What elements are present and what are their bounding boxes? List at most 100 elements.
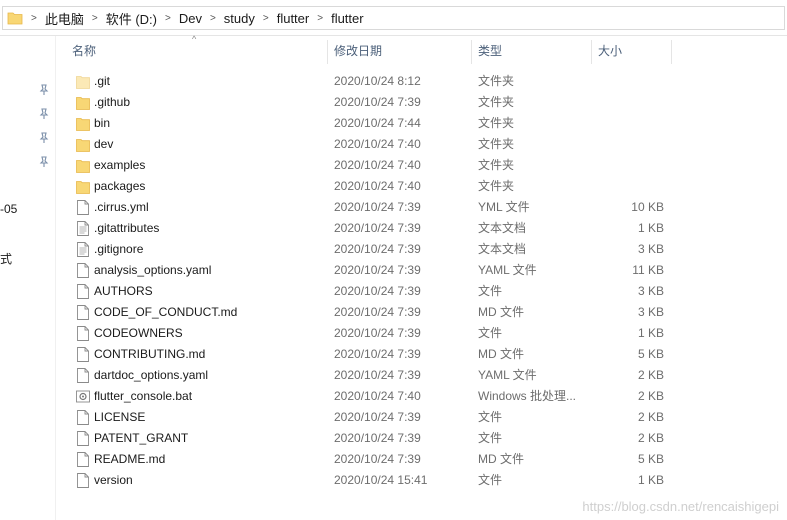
folder-icon (76, 158, 90, 173)
file-row[interactable]: examples 2020/10/24 7:40 文件夹 (56, 155, 787, 176)
file-name: .github (94, 95, 131, 109)
address-box[interactable]: > 此电脑 > 软件 (D:) > Dev > study > flutter … (2, 6, 785, 30)
file-type: 文件 (478, 473, 503, 487)
folder-icon (7, 10, 23, 26)
file-date: 2020/10/24 7:39 (334, 221, 421, 235)
pin-icon[interactable] (38, 108, 50, 120)
file-name: CODEOWNERS (94, 326, 183, 340)
file-row[interactable]: bin 2020/10/24 7:44 文件夹 (56, 113, 787, 134)
column-divider[interactable] (671, 40, 672, 64)
file-type: MD 文件 (478, 452, 524, 466)
file-type: YML 文件 (478, 200, 530, 214)
file-row[interactable]: flutter_console.bat 2020/10/24 7:40 Window… (56, 386, 787, 407)
chevron-right-icon[interactable]: > (263, 13, 269, 24)
file-row[interactable]: CONTRIBUTING.md 2020/10/24 7:39 MD 文件 5 KB (56, 344, 787, 365)
file-type: 文件 (478, 410, 503, 424)
batch-file-icon (76, 389, 90, 404)
file-type: 文件夹 (478, 74, 515, 88)
file-type: 文件 (478, 431, 503, 445)
file-icon (76, 305, 90, 320)
file-row[interactable]: CODEOWNERS 2020/10/24 7:39 文件 1 KB (56, 323, 787, 344)
file-type: 文件 (478, 326, 503, 340)
file-size: 2 KB (637, 389, 664, 403)
chevron-right-icon[interactable]: > (317, 13, 323, 24)
file-icon (76, 263, 90, 278)
breadcrumb-flutter[interactable]: flutter (277, 11, 310, 26)
file-row[interactable]: AUTHORS 2020/10/24 7:39 文件 3 KB (56, 281, 787, 302)
file-row[interactable]: LICENSE 2020/10/24 7:39 文件 2 KB (56, 407, 787, 428)
file-row[interactable]: PATENT_GRANT 2020/10/24 7:39 文件 2 KB (56, 428, 787, 449)
file-size: 3 KB (637, 242, 664, 256)
file-date: 2020/10/24 7:40 (334, 137, 421, 151)
pin-icon[interactable] (38, 156, 50, 168)
folder-icon (76, 95, 90, 110)
file-name: LICENSE (94, 410, 146, 424)
file-date: 2020/10/24 7:39 (334, 431, 421, 445)
column-header-size[interactable]: 大小 (592, 36, 670, 64)
file-row[interactable]: packages 2020/10/24 7:40 文件夹 (56, 176, 787, 197)
breadcrumb-drive-d[interactable]: 软件 (D:) (106, 9, 157, 28)
chevron-right-icon[interactable]: > (92, 13, 98, 24)
pin-icon[interactable] (38, 84, 50, 96)
file-date: 2020/10/24 7:40 (334, 389, 421, 403)
file-date: 2020/10/24 7:39 (334, 200, 421, 214)
breadcrumb-this-pc[interactable]: 此电脑 (45, 9, 84, 28)
file-date: 2020/10/24 7:39 (334, 263, 421, 277)
file-date: 2020/10/24 8:12 (334, 74, 421, 88)
file-icon (76, 347, 90, 362)
file-row[interactable]: .gitignore 2020/10/24 7:39 文本文档 3 KB (56, 239, 787, 260)
file-name: flutter_console.bat (94, 389, 193, 403)
file-name: bin (94, 116, 111, 130)
pin-icon[interactable] (38, 132, 50, 144)
file-type: MD 文件 (478, 347, 524, 361)
file-name: packages (94, 179, 146, 193)
file-date: 2020/10/24 7:39 (334, 284, 421, 298)
file-size: 3 KB (637, 284, 664, 298)
file-size: 1 KB (637, 326, 664, 340)
file-icon (76, 431, 90, 446)
breadcrumb-flutter-current[interactable]: flutter (331, 11, 364, 26)
file-row[interactable]: version 2020/10/24 15:41 文件 1 KB (56, 470, 787, 491)
file-row[interactable]: .github 2020/10/24 7:39 文件夹 (56, 92, 787, 113)
file-date: 2020/10/24 15:41 (334, 473, 428, 487)
file-row[interactable]: .gitattributes 2020/10/24 7:39 文本文档 1 KB (56, 218, 787, 239)
file-icon (76, 410, 90, 425)
file-row[interactable]: analysis_options.yaml 2020/10/24 7:39 YAML… (56, 260, 787, 281)
chevron-right-icon[interactable]: > (165, 13, 171, 24)
file-size: 1 KB (637, 473, 664, 487)
file-size: 5 KB (637, 347, 664, 361)
file-name: version (94, 473, 133, 487)
chevron-right-icon[interactable]: > (210, 13, 216, 24)
column-header-name[interactable]: 名称 (66, 36, 326, 64)
file-type: YAML 文件 (478, 368, 537, 382)
file-type: 文件夹 (478, 158, 515, 172)
column-header-date[interactable]: 修改日期 (328, 36, 470, 64)
file-size: 1 KB (637, 221, 664, 235)
breadcrumb-study[interactable]: study (224, 11, 255, 26)
nav-item-fragment[interactable]: -05 (0, 202, 17, 216)
nav-item-fragment[interactable]: 式 (0, 250, 12, 267)
file-row[interactable]: .git 2020/10/24 8:12 文件夹 (56, 71, 787, 92)
file-date: 2020/10/24 7:39 (334, 305, 421, 319)
file-type: 文本文档 (478, 242, 527, 256)
file-row[interactable]: dartdoc_options.yaml 2020/10/24 7:39 YAML … (56, 365, 787, 386)
navigation-pane: -05 式 (0, 36, 56, 520)
file-name: .gitattributes (94, 221, 160, 235)
file-date: 2020/10/24 7:44 (334, 116, 421, 130)
file-icon (76, 473, 90, 488)
file-row[interactable]: dev 2020/10/24 7:40 文件夹 (56, 134, 787, 155)
folder-icon (76, 137, 90, 152)
file-name: CODE_OF_CONDUCT.md (94, 305, 238, 319)
text-file-icon (76, 242, 90, 257)
column-header-type[interactable]: 类型 (472, 36, 590, 64)
file-row[interactable]: .cirrus.yml 2020/10/24 7:39 YML 文件 10 KB (56, 197, 787, 218)
file-size: 2 KB (637, 431, 664, 445)
file-icon (76, 326, 90, 341)
chevron-right-icon[interactable]: > (31, 13, 37, 24)
breadcrumb-dev[interactable]: Dev (179, 11, 202, 26)
file-icon (76, 284, 90, 299)
file-name: .git (94, 74, 111, 88)
file-type: 文本文档 (478, 221, 527, 235)
file-row[interactable]: README.md 2020/10/24 7:39 MD 文件 5 KB (56, 449, 787, 470)
file-row[interactable]: CODE_OF_CONDUCT.md 2020/10/24 7:39 MD 文件 3 … (56, 302, 787, 323)
